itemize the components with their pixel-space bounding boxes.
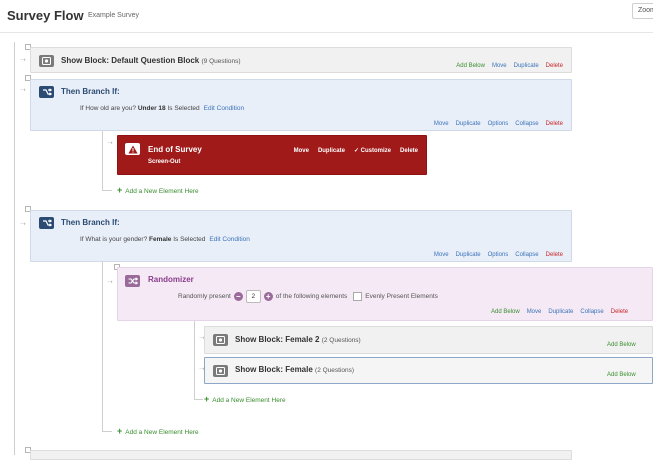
decrement-button[interactable]: − bbox=[233, 292, 243, 301]
end-of-survey-actions: Move Duplicate ✓ Customize Delete bbox=[285, 147, 418, 154]
end-of-survey-subtitle: Screen-Out bbox=[148, 159, 181, 165]
duplicate-button[interactable]: Duplicate bbox=[318, 148, 345, 154]
add-element-link[interactable]: + Add a New Element Here bbox=[204, 394, 286, 404]
customize-button[interactable]: ✓ Customize bbox=[354, 148, 391, 154]
survey-name: Example Survey bbox=[88, 12, 139, 19]
block-actions: Add Below Move Duplicate Delete bbox=[449, 63, 563, 69]
add-below-button[interactable]: Add Below bbox=[491, 309, 520, 315]
block-title: Show Block: Default Question Block (9 Qu… bbox=[61, 56, 241, 65]
arrow-icon: ➝ bbox=[107, 140, 113, 147]
arrow-icon: ➝ bbox=[107, 279, 113, 286]
delete-button[interactable]: Delete bbox=[546, 252, 563, 258]
randomizer-title: Randomizer bbox=[148, 275, 194, 284]
flow-line-branch2 bbox=[102, 262, 103, 432]
flow-line-main bbox=[14, 42, 15, 455]
move-button[interactable]: Move bbox=[492, 63, 507, 69]
block-card-female-2[interactable]: Show Block: Female 2 (2 Questions) Add B… bbox=[204, 326, 653, 354]
block-card-default[interactable]: Show Block: Default Question Block (9 Qu… bbox=[30, 47, 572, 73]
block-icon bbox=[213, 334, 228, 346]
plus-icon: + bbox=[117, 426, 123, 436]
add-below-button[interactable]: Add Below bbox=[607, 372, 636, 378]
delete-button[interactable]: Delete bbox=[546, 63, 563, 69]
block-title: Show Block: Female (2 Questions) bbox=[235, 365, 355, 374]
block-icon bbox=[39, 55, 54, 67]
branch-actions: Move Duplicate Options Collapse Delete bbox=[427, 252, 563, 258]
collapse-button[interactable]: Collapse bbox=[515, 121, 538, 127]
duplicate-button[interactable]: Duplicate bbox=[456, 121, 481, 127]
options-button[interactable]: Options bbox=[488, 121, 509, 127]
block-card-female[interactable]: Show Block: Female (2 Questions) Add Bel… bbox=[204, 357, 653, 384]
duplicate-button[interactable]: Duplicate bbox=[514, 63, 539, 69]
arrow-icon: ➝ bbox=[20, 57, 26, 64]
randomizer-actions: Add Below Move Duplicate Collapse Delete bbox=[484, 309, 628, 315]
add-element-link[interactable]: + Add a New Element Here bbox=[117, 185, 199, 195]
block-card-next[interactable] bbox=[30, 450, 572, 460]
delete-button[interactable]: Delete bbox=[546, 121, 563, 127]
header-divider bbox=[0, 32, 653, 33]
branch-card-age[interactable]: Then Branch If: If How old are you? Unde… bbox=[30, 79, 572, 131]
block-icon bbox=[213, 365, 228, 377]
randomizer-card[interactable]: Randomizer Randomly present − 2 + of the… bbox=[117, 267, 653, 321]
condition-value: Under 18 bbox=[137, 105, 166, 112]
add-element-link[interactable]: + Add a New Element Here bbox=[117, 426, 199, 436]
branch-condition: If What is your gender? Female Is Select… bbox=[80, 236, 250, 243]
arrow-icon: ➝ bbox=[20, 87, 26, 94]
add-below-button[interactable]: Add Below bbox=[607, 342, 636, 348]
condition-value: Female bbox=[149, 236, 172, 243]
branch-icon bbox=[39, 86, 54, 98]
move-button[interactable]: Move bbox=[527, 309, 542, 315]
flow-connector bbox=[102, 431, 112, 432]
zoom-button[interactable]: Zoom bbox=[632, 3, 653, 19]
plus-icon: + bbox=[204, 394, 210, 404]
question-count: (2 Questions) bbox=[321, 337, 361, 344]
evenly-present-label: Evenly Present Elements bbox=[365, 293, 438, 300]
flow-line-randomizer bbox=[194, 321, 195, 400]
options-button[interactable]: Options bbox=[488, 252, 509, 258]
branch-title: Then Branch If: bbox=[61, 87, 120, 96]
question-count: (2 Questions) bbox=[315, 367, 355, 374]
end-of-survey-card[interactable]: End of Survey Screen-Out Move Duplicate ✓ … bbox=[117, 135, 427, 175]
randomizer-settings: Randomly present − 2 + of the following … bbox=[178, 290, 438, 303]
plus-icon: + bbox=[117, 185, 123, 195]
flow-line-branch1 bbox=[102, 131, 103, 191]
present-count-input[interactable]: 2 bbox=[245, 290, 261, 303]
flow-connector bbox=[102, 190, 112, 191]
page-title: Survey Flow bbox=[7, 8, 84, 23]
end-of-survey-title: End of Survey bbox=[148, 145, 202, 154]
duplicate-button[interactable]: Duplicate bbox=[548, 309, 573, 315]
move-button[interactable]: Move bbox=[434, 121, 449, 127]
collapse-button[interactable]: Collapse bbox=[515, 252, 538, 258]
duplicate-button[interactable]: Duplicate bbox=[456, 252, 481, 258]
move-button[interactable]: Move bbox=[294, 148, 309, 154]
flow-connector bbox=[194, 399, 203, 400]
branch-card-gender[interactable]: Then Branch If: If What is your gender? … bbox=[30, 210, 572, 262]
question-count: (9 Questions) bbox=[201, 58, 241, 65]
block-actions: Add Below bbox=[600, 342, 636, 348]
block-title: Show Block: Female 2 (2 Questions) bbox=[235, 335, 361, 344]
warning-icon bbox=[125, 143, 140, 155]
branch-icon bbox=[39, 217, 54, 229]
arrow-icon: ➝ bbox=[20, 221, 26, 228]
move-button[interactable]: Move bbox=[434, 252, 449, 258]
collapse-button[interactable]: Collapse bbox=[580, 309, 603, 315]
branch-actions: Move Duplicate Options Collapse Delete bbox=[427, 121, 563, 127]
increment-button[interactable]: + bbox=[263, 292, 273, 301]
delete-button[interactable]: Delete bbox=[611, 309, 628, 315]
block-actions: Add Below bbox=[600, 372, 636, 378]
evenly-present-checkbox[interactable] bbox=[353, 292, 363, 301]
branch-title: Then Branch If: bbox=[61, 218, 120, 227]
delete-button[interactable]: Delete bbox=[400, 148, 418, 154]
edit-condition-link[interactable]: Edit Condition bbox=[209, 236, 249, 243]
shuffle-icon bbox=[125, 275, 140, 287]
branch-condition: If How old are you? Under 18 Is Selected… bbox=[80, 105, 245, 112]
add-below-button[interactable]: Add Below bbox=[456, 63, 485, 69]
edit-condition-link[interactable]: Edit Condition bbox=[204, 105, 244, 112]
